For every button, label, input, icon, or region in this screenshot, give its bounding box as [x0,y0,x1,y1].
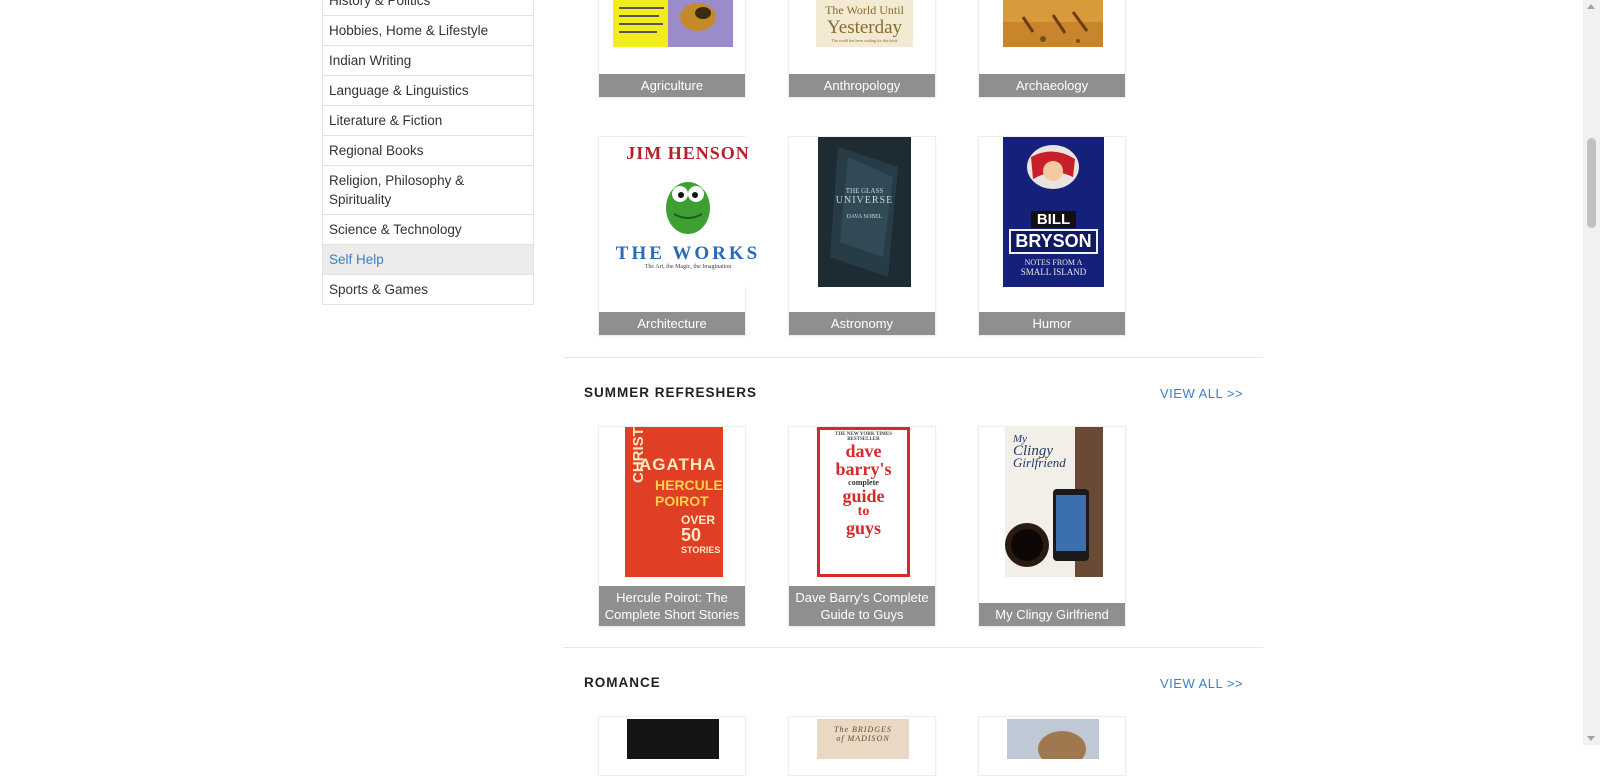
cover-title: guide [842,486,885,506]
cover-subtitle: The Art, the Magic, the Imagination [644,264,732,270]
book-title: My Clingy Girlfriend [979,603,1125,626]
page-scrollbar[interactable] [1583,0,1600,745]
section-title-summer-refreshers: SUMMER REFRESHERS [584,385,758,400]
view-all-link[interactable]: VIEW ALL >> [1160,386,1243,401]
book-card-clingy-girlfriend[interactable]: My Clingy Girlfriend My Clingy Girlfrien… [978,426,1126,627]
cover-author: barry's [835,459,892,479]
book-cover: My Clingy Girlfriend [1005,427,1103,577]
scroll-down-icon[interactable] [1587,736,1595,741]
cover-title: THE WORKS [615,243,761,264]
category-sidebar: History & Politics Hobbies, Home & Lifes… [322,0,534,305]
category-label: Archaeology [979,74,1125,97]
section-divider [563,357,1263,358]
sidebar-item-self-help[interactable]: Self Help [323,245,533,275]
cover-subtitle: SMALL ISLAND [1020,267,1087,277]
cover-author-first: BILL [1030,211,1077,228]
cover-title: to [857,504,870,519]
book-title: Hercule Poirot: The Complete Short Stori… [599,586,745,626]
category-card-archaeology[interactable]: Archaeology [978,0,1126,98]
architecture-cover: JIM HENSON THE WORKS The Art, the Magic,… [614,137,762,287]
cover-title-line: THE GLASS [845,187,884,195]
book-card-hercule-poirot[interactable]: CHRISTIE AGATHA HERCULE POIROT OVER 50 S… [598,426,746,627]
cover-title: HERCULE [655,477,723,493]
book-cover: CHRISTIE AGATHA HERCULE POIROT OVER 50 S… [625,427,723,577]
section-title-romance: ROMANCE [584,675,661,690]
cover-subtitle: NOTES FROM A [1024,258,1083,267]
sidebar-item-regional[interactable]: Regional Books [323,136,533,166]
cover-subtitle: The world has been waiting for this book [831,38,898,43]
category-label: Architecture [599,312,745,335]
category-card-anthropology[interactable]: The World Until Yesterday The world has … [788,0,936,98]
book-card-romance-1[interactable] [598,716,746,776]
category-label: Astronomy [789,312,935,335]
book-card-romance-3[interactable] [978,716,1126,776]
book-cover [627,719,719,759]
cover-author-first: AGATHA [639,455,717,474]
category-card-agriculture[interactable]: Agriculture [598,0,746,98]
cover-title: POIROT [655,493,709,509]
sidebar-item-science[interactable]: Science & Technology [323,215,533,245]
astronomy-cover: THE GLASS UNIVERSE DAVA SOBEL [818,137,911,287]
category-label: Anthropology [789,74,935,97]
sidebar-item-religion[interactable]: Religion, Philosophy & Spirituality [323,166,533,215]
cover-title-line: The World Until [825,3,904,17]
scroll-up-icon[interactable] [1587,4,1595,9]
category-label: Agriculture [599,74,745,97]
sidebar-item-indian-writing[interactable]: Indian Writing [323,46,533,76]
section-divider [563,647,1263,648]
book-cover [1007,719,1099,759]
view-all-link[interactable]: VIEW ALL >> [1160,676,1243,691]
cover-author: DAVA SOBEL [846,214,883,220]
anthropology-cover: The World Until Yesterday The world has … [816,0,913,47]
sidebar-item-literature[interactable]: Literature & Fiction [323,106,533,136]
sidebar-item-sports[interactable]: Sports & Games [323,275,533,305]
cover-text: 50 [681,525,702,545]
cover-author-last: BRYSON [1009,229,1098,254]
category-card-architecture[interactable]: JIM HENSON THE WORKS The Art, the Magic,… [598,136,762,336]
humor-cover: BILL BRYSON NOTES FROM A SMALL ISLAND [1003,137,1104,287]
agriculture-cover [613,0,733,47]
sidebar-item-language[interactable]: Language & Linguistics [323,76,533,106]
cover-title-line: Yesterday [826,17,903,38]
cover-author: dave [845,441,882,461]
archaeology-cover [1003,0,1103,47]
cover-title: guys [845,518,881,538]
cover-title-line: The BRIDGES [834,725,892,734]
sidebar-item-hobbies[interactable]: Hobbies, Home & Lifestyle [323,16,533,46]
sidebar-item-history-politics[interactable]: History & Politics [323,0,533,16]
category-card-astronomy[interactable]: THE GLASS UNIVERSE DAVA SOBEL Astronomy [788,136,936,336]
book-cover: The BRIDGES of MADISON [817,719,909,759]
book-card-dave-barry[interactable]: THE NEW YORK TIMES BESTSELLER dave barry… [788,426,936,627]
cover-author: JIM HENSON [626,143,750,163]
cover-title-line: Girlfriend [1013,455,1066,470]
cover-title-line: UNIVERSE [835,195,894,206]
category-label: Humor [979,312,1125,335]
category-card-humor[interactable]: BILL BRYSON NOTES FROM A SMALL ISLAND Hu… [978,136,1126,336]
book-cover: THE NEW YORK TIMES BESTSELLER dave barry… [817,427,910,577]
scrollbar-thumb[interactable] [1587,138,1596,228]
cover-title-line: of MADISON [836,734,890,743]
book-title: Dave Barry's Complete Guide to Guys [789,586,935,626]
cover-text: STORIES [681,545,721,555]
book-card-romance-2[interactable]: The BRIDGES of MADISON [788,716,936,776]
